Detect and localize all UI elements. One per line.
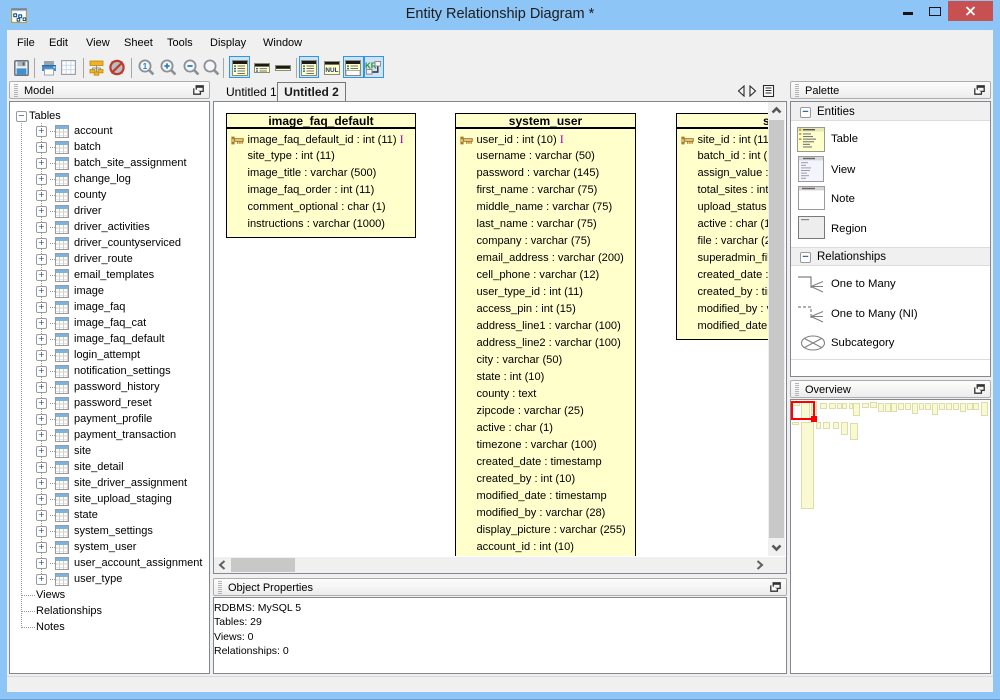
- svg-text:NUL: NUL: [325, 67, 338, 74]
- svg-text:1: 1: [143, 62, 148, 71]
